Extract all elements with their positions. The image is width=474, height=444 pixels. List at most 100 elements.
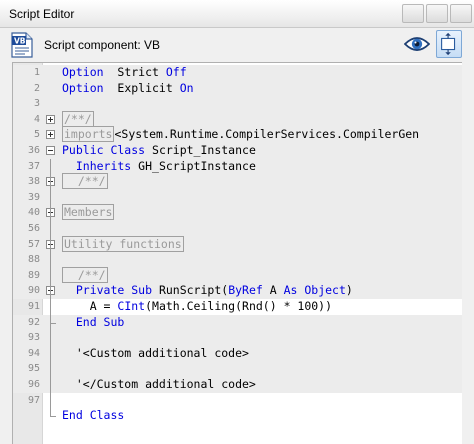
line-number: 5 bbox=[33, 129, 40, 141]
code-line[interactable]: 57 Utility functions bbox=[13, 235, 462, 253]
keyword-token: End Sub bbox=[62, 314, 125, 329]
minimize-button[interactable] bbox=[402, 4, 424, 23]
fold-guide-line bbox=[50, 158, 51, 417]
line-number: 57 bbox=[27, 238, 40, 250]
code-text: End Sub bbox=[62, 315, 124, 331]
expand-icon bbox=[441, 32, 456, 56]
line-number: 89 bbox=[27, 269, 40, 281]
code-text: '</Custom additional code> bbox=[62, 377, 256, 393]
window-title: Script Editor bbox=[9, 7, 75, 21]
keyword-token: As Object bbox=[283, 283, 346, 298]
code-text: Option Explicit On bbox=[62, 81, 194, 97]
close-button[interactable] bbox=[450, 4, 472, 23]
code-text: '<Custom additional code> bbox=[62, 346, 249, 362]
eye-icon[interactable] bbox=[404, 34, 430, 54]
code-line[interactable]: 38 /**/ bbox=[13, 173, 462, 190]
code-line[interactable]: 5 imports <System.Runtime.CompilerServices… bbox=[13, 126, 462, 143]
code-token: Explicit bbox=[103, 80, 180, 95]
code-line[interactable]: 37 Inherits GH_ScriptInstance bbox=[13, 158, 462, 175]
keyword-token: End Class bbox=[62, 408, 125, 423]
maximize-button[interactable] bbox=[426, 4, 448, 23]
line-number: 36 bbox=[27, 145, 40, 156]
code-token: Strict bbox=[103, 65, 166, 79]
line-number: 91 bbox=[27, 301, 40, 312]
line-number: 96 bbox=[27, 379, 40, 390]
code-line[interactable]: End Class bbox=[13, 408, 462, 424]
code-line[interactable]: 96 '</Custom additional code> bbox=[13, 377, 462, 393]
code-line[interactable]: 40 Members bbox=[13, 204, 462, 221]
line-number: 92 bbox=[27, 316, 40, 328]
code-line[interactable]: 2 Option Explicit On bbox=[13, 80, 462, 97]
line-number: 56 bbox=[27, 223, 40, 234]
expand-fold-icon[interactable] bbox=[46, 130, 55, 140]
code-editor[interactable]: 1 Option Strict Off 2 Option Explicit On 3 4 /… bbox=[12, 62, 462, 444]
keyword-token: Option bbox=[62, 80, 104, 95]
code-text: End Class bbox=[62, 408, 124, 424]
collapse-fold-icon[interactable] bbox=[46, 146, 55, 155]
folded-region[interactable]: /**/ bbox=[62, 110, 94, 127]
keyword-token: Off bbox=[165, 65, 187, 79]
line-number: 2 bbox=[33, 82, 40, 94]
line-number: 97 bbox=[27, 394, 40, 406]
code-line[interactable]: 36 Public Class Script_Instance bbox=[13, 143, 462, 159]
keyword-token: On bbox=[179, 80, 194, 95]
code-line[interactable]: 90 Private Sub RunScript(ByRef A As Obje… bbox=[13, 283, 462, 299]
code-token: Script_Instance bbox=[145, 143, 256, 157]
code-token: (Math.Ceiling(Rnd() * 100)) bbox=[145, 299, 333, 313]
line-number: 3 bbox=[33, 98, 40, 110]
folded-region[interactable]: /**/ bbox=[62, 266, 108, 283]
line-number: 37 bbox=[27, 160, 40, 172]
folded-region[interactable]: Members bbox=[62, 204, 115, 221]
component-header: VB Script component: VB bbox=[0, 28, 474, 62]
code-text: Public Class Script_Instance bbox=[62, 143, 256, 159]
code-token: A = bbox=[62, 299, 118, 313]
code-line[interactable]: 97 bbox=[13, 393, 462, 409]
code-text: Private Sub RunScript(ByRef A As Object) bbox=[62, 283, 353, 299]
code-line[interactable]: 39 bbox=[13, 189, 462, 206]
line-number: 94 bbox=[27, 347, 40, 359]
folded-region[interactable]: imports bbox=[62, 126, 115, 143]
code-token: <System.Runtime.CompilerServices.Compile… bbox=[114, 127, 420, 142]
folded-region[interactable]: /**/ bbox=[62, 173, 108, 190]
code-token: ) bbox=[345, 283, 353, 298]
fold-guide-line bbox=[50, 295, 51, 323]
vb-script-icon: VB bbox=[11, 32, 33, 58]
fold-end-tick bbox=[50, 322, 56, 324]
code-token: '<Custom additional code> bbox=[62, 345, 249, 360]
vertical-scrollbar[interactable] bbox=[462, 62, 474, 444]
line-number: 4 bbox=[33, 113, 40, 125]
line-number: 39 bbox=[27, 191, 40, 203]
code-line[interactable]: 92 End Sub bbox=[13, 314, 462, 331]
folded-region[interactable]: Utility functions bbox=[62, 235, 184, 252]
keyword-token: Private Sub bbox=[62, 283, 153, 298]
line-number: 40 bbox=[27, 207, 40, 219]
code-text: imports <System.Runtime.CompilerServices.… bbox=[62, 126, 420, 143]
code-line[interactable]: 56 bbox=[13, 221, 462, 237]
code-text: Members bbox=[62, 204, 115, 221]
code-line[interactable]: 91 A = CInt(Math.Ceiling(Rnd() * 100)) bbox=[13, 299, 462, 315]
code-text: Utility functions bbox=[62, 235, 184, 253]
code-line[interactable]: 88 bbox=[13, 252, 462, 268]
expand-button[interactable] bbox=[436, 30, 462, 58]
code-line[interactable]: 94 '<Custom additional code> bbox=[13, 345, 462, 362]
line-number: 90 bbox=[27, 285, 40, 297]
code-line[interactable]: 89 /**/ bbox=[13, 266, 462, 284]
keyword-token: ByRef bbox=[228, 283, 263, 298]
code-line[interactable]: 3 bbox=[13, 96, 462, 112]
code-text: /**/ bbox=[62, 110, 94, 128]
svg-text:VB: VB bbox=[14, 37, 26, 46]
code-line[interactable]: 95 bbox=[13, 361, 462, 377]
code-line[interactable]: 1 Option Strict Off bbox=[13, 65, 462, 81]
code-text: A = CInt(Math.Ceiling(Rnd() * 100)) bbox=[62, 299, 332, 315]
line-number: 88 bbox=[27, 254, 40, 266]
title-bar[interactable]: Script Editor bbox=[0, 0, 474, 28]
code-line[interactable]: 4 /**/ bbox=[13, 110, 462, 128]
code-text: Option Strict Off bbox=[62, 65, 187, 81]
keyword-token: Inherits bbox=[62, 158, 132, 173]
code-line[interactable]: 93 bbox=[13, 330, 462, 346]
keyword-token: CInt bbox=[117, 299, 146, 313]
keyword-token: Public Class bbox=[62, 143, 146, 157]
expand-fold-icon[interactable] bbox=[46, 114, 55, 124]
line-number: 1 bbox=[33, 67, 40, 78]
line-number: 38 bbox=[27, 176, 40, 188]
